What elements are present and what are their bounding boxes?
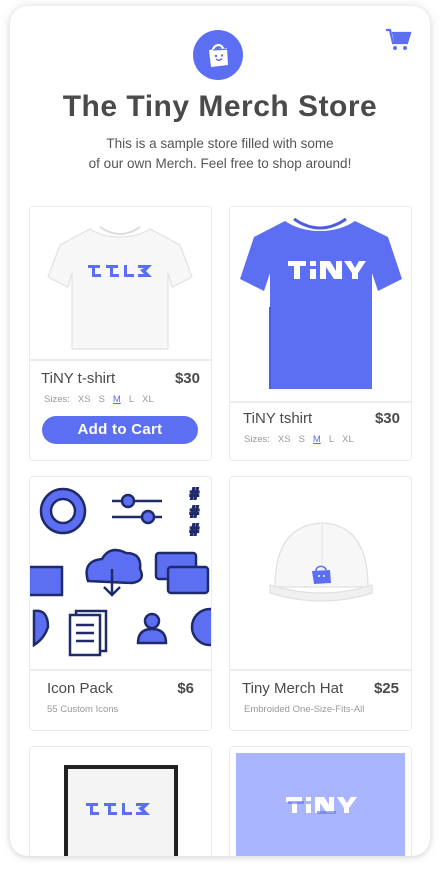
add-to-cart-button[interactable]: Add to Cart [42,416,198,444]
size-option[interactable]: XS [278,434,291,445]
divider [230,669,411,671]
product-name: TiNY tshirt [243,410,313,427]
product-description: Embroided One-Size-Fits-All [244,704,365,715]
product-name: Icon Pack [47,680,113,697]
size-option[interactable]: XL [342,434,354,445]
size-option[interactable]: S [299,434,305,445]
user-icon [143,612,161,630]
size-option[interactable]: XL [142,394,154,405]
shopping-bag-icon [209,44,231,67]
product-price: $6 [177,680,194,697]
cloud-download-icon [85,548,143,585]
map-pin-icon [32,609,50,648]
product-image[interactable] [30,207,211,359]
product-image[interactable] [230,747,411,856]
page-subtitle: This is a sample store filled with some … [88,136,352,171]
cart-icon[interactable] [384,26,412,54]
product-price: $25 [373,680,399,697]
product-description: 55 Custom Icons [47,704,119,715]
size-option[interactable]: S [99,394,105,405]
product-name: TiNY t-shirt [41,370,116,387]
size-option[interactable]: L [129,394,134,405]
size-selector: Sizes: XS S M L XL [244,434,354,445]
size-selector: Sizes: XS S M L XL [44,394,154,405]
image-icon [30,565,64,597]
product-image[interactable]: # # # [30,477,211,669]
sizes-label: Sizes: [244,434,270,445]
size-option-selected[interactable]: M [313,434,321,445]
product-image[interactable] [230,207,411,401]
product-card-tiny-poster[interactable] [229,746,412,856]
globe-icon [190,607,211,647]
product-price: $30 [174,370,200,387]
divider [30,669,211,671]
product-card-tiny-tshirt-white[interactable]: TiNY t-shirt $30 Sizes: XS S M L XL Add … [29,206,212,461]
store-page: The Tiny Merch Store This is a sample st… [10,6,430,856]
sizes-label: Sizes: [44,394,70,405]
product-name: Tiny Merch Hat [242,680,344,697]
svg-text:#: # [190,504,199,521]
product-card-icon-pack[interactable]: # # # Icon Pack $6 55 Custom Icons [29,476,212,731]
store-logo[interactable] [193,30,243,80]
size-option-selected[interactable]: M [113,394,121,405]
product-card-framed-print[interactable] [29,746,212,856]
size-option[interactable]: L [329,434,334,445]
product-image[interactable] [230,477,411,669]
svg-text:#: # [190,522,199,539]
size-option[interactable]: XS [78,394,91,405]
divider [30,359,211,361]
svg-text:#: # [190,486,199,503]
product-price: $30 [374,410,400,427]
page-title: The Tiny Merch Store [62,90,378,123]
product-card-tiny-merch-hat[interactable]: Tiny Merch Hat $25 Embroided One-Size-Fi… [229,476,412,731]
divider [230,401,411,403]
product-image[interactable] [30,747,211,856]
product-card-tiny-tshirt-blue[interactable]: TiNY tshirt $30 Sizes: XS S M L XL [229,206,412,461]
slider-icon [120,493,136,509]
